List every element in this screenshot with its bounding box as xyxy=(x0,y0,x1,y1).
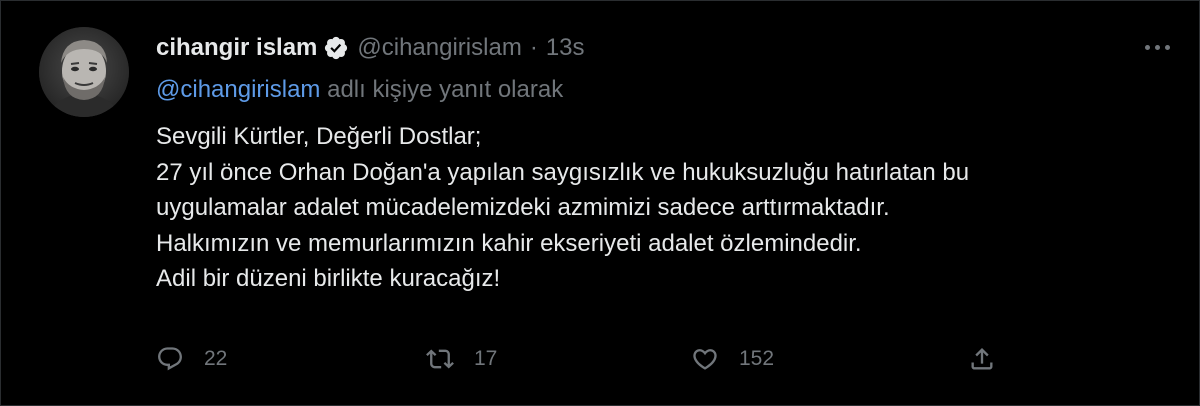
user-handle[interactable]: @cihangirislam xyxy=(357,34,521,62)
reply-context-text: adlı kişiye yanıt olarak xyxy=(320,76,564,103)
share-button[interactable] xyxy=(968,341,996,377)
verified-badge-icon xyxy=(323,35,349,61)
timestamp[interactable]: 13s xyxy=(546,34,585,62)
heart-icon xyxy=(693,349,717,370)
reply-button[interactable]: 22 xyxy=(156,341,227,377)
tweet-text-line: Adil bir düzeni birlikte kuracağız! xyxy=(156,265,501,292)
retweet-icon xyxy=(426,349,454,369)
avatar-photo xyxy=(39,27,129,117)
tweet-text-line: 27 yıl önce Orhan Doğan'a yapılan saygıs… xyxy=(156,158,970,186)
more-icon xyxy=(1144,44,1150,50)
reply-context: @cihangirislam adlı kişiye yanıt olarak xyxy=(156,76,563,104)
retweet-count: 17 xyxy=(474,347,498,370)
tweet-text-line: Sevgili Kürtler, Değerli Dostlar; xyxy=(156,123,482,150)
reply-count: 22 xyxy=(204,347,228,370)
tweet-card[interactable]: cihangir islam @cihangirislam · 13s @cih… xyxy=(0,0,1200,406)
share-icon xyxy=(971,348,993,370)
more-options-button[interactable] xyxy=(1137,35,1177,59)
more-icon xyxy=(1164,44,1170,50)
separator-dot: · xyxy=(529,34,538,61)
reply-mention-link[interactable]: @cihangirislam xyxy=(156,76,320,103)
tweet-text: Sevgili Kürtler, Değerli Dostlar; 27 yıl… xyxy=(156,119,1166,297)
tweet-actions: 22 17 152 xyxy=(156,341,1016,377)
more-icon xyxy=(1154,44,1160,50)
display-name[interactable]: cihangir islam xyxy=(156,34,317,62)
tweet-text-line: uygulamalar adalet mücadelemizdeki azmim… xyxy=(156,194,890,221)
like-button[interactable]: 152 xyxy=(691,341,774,377)
avatar[interactable] xyxy=(39,27,129,117)
retweet-button[interactable]: 17 xyxy=(426,341,497,377)
tweet-header: cihangir islam @cihangirislam · 13s xyxy=(156,33,585,63)
reply-icon xyxy=(158,347,182,371)
tweet-text-line: Halkımızın ve memurlarımızın kahir ekser… xyxy=(156,229,862,257)
like-count: 152 xyxy=(739,347,775,370)
